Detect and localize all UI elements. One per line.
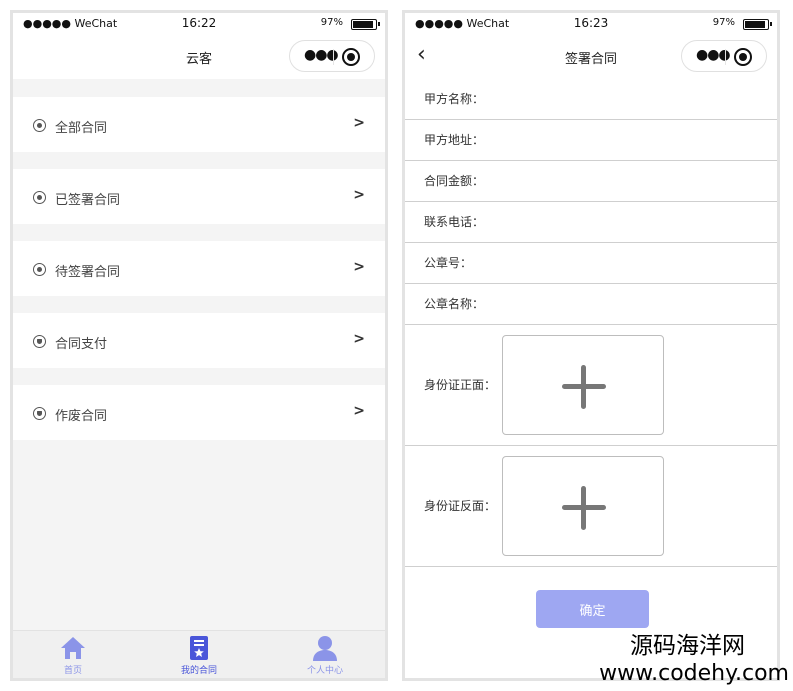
- field-label: 身份证反面：: [424, 499, 497, 513]
- miniprogram-capsule: ●●●: [289, 40, 375, 72]
- tab-profile[interactable]: 个人中心: [265, 631, 385, 678]
- status-bar: ●●●●● WeChat 16:23 97%: [405, 13, 777, 35]
- radio-dot-icon: [33, 119, 46, 132]
- watermark-title: 源码海洋网: [630, 633, 745, 659]
- party-a-name-field[interactable]: 甲方名称：: [405, 79, 777, 120]
- battery-icon: [743, 19, 772, 30]
- field-label: 联系电话：: [424, 215, 485, 229]
- party-a-address-field[interactable]: 甲方地址：: [405, 120, 777, 161]
- phone-number-field[interactable]: 联系电话：: [405, 202, 777, 243]
- contract-amount-field[interactable]: 合同金额：: [405, 161, 777, 202]
- close-target-icon[interactable]: [734, 48, 752, 66]
- plus-icon-vertical: [581, 486, 586, 530]
- site-watermark: 源码海洋网 www.codehy.com: [599, 631, 789, 687]
- contract-document-icon: [190, 636, 208, 660]
- field-label: 公章号：: [424, 256, 473, 270]
- chevron-right-icon: >: [353, 187, 365, 203]
- close-target-icon[interactable]: [342, 48, 360, 66]
- chevron-right-icon: >: [353, 403, 365, 419]
- confirm-button[interactable]: 确定: [536, 590, 649, 628]
- seal-number-field[interactable]: 公章号：: [405, 243, 777, 284]
- menu-item-all-contracts[interactable]: 全部合同 >: [13, 97, 385, 152]
- miniprogram-capsule: ●●●: [681, 40, 767, 72]
- capsule-divider: [725, 49, 726, 65]
- menu-item-label: 合同支付: [55, 337, 108, 352]
- menu-item-label: 已签署合同: [55, 193, 121, 208]
- field-label: 身份证正面：: [424, 378, 497, 392]
- tab-label: 我的合同: [180, 666, 217, 676]
- menu-item-label: 全部合同: [55, 121, 108, 136]
- field-label: 甲方名称：: [424, 92, 485, 106]
- contracts-home-screen: ●●●●● WeChat 16:22 97% 云客 ●●● 全部合同 > 已签署…: [10, 10, 388, 681]
- radio-dot-icon: [33, 191, 46, 204]
- home-icon: [61, 637, 85, 659]
- id-card-back-upload[interactable]: [502, 456, 664, 556]
- chevron-right-icon: >: [353, 331, 365, 347]
- sign-contract-form: 甲方名称： 甲方地址： 合同金额： 联系电话： 公章号： 公章名称： 身份证正面…: [405, 79, 777, 567]
- menu-item-signed-contracts[interactable]: 已签署合同 >: [13, 169, 385, 224]
- status-bar: ●●●●● WeChat 16:22 97%: [13, 13, 385, 35]
- field-label: 合同金额：: [424, 174, 485, 188]
- field-label: 甲方地址：: [424, 133, 485, 147]
- plus-icon-vertical: [581, 365, 586, 409]
- nav-bar: ‹ 签署合同 ●●●: [405, 35, 777, 79]
- battery-percent: 97%: [320, 17, 343, 28]
- menu-item-pending-contracts[interactable]: 待签署合同 >: [13, 241, 385, 296]
- menu-item-void-contracts[interactable]: 作废合同 >: [13, 385, 385, 440]
- capsule-divider: [333, 49, 334, 65]
- user-icon: [313, 636, 337, 661]
- menu-item-label: 作废合同: [55, 409, 108, 424]
- id-card-back-row: 身份证反面：: [405, 446, 777, 567]
- menu-item-contract-payment[interactable]: 合同支付 >: [13, 313, 385, 368]
- contract-menu: 全部合同 > 已签署合同 > 待签署合同 > 合同支付 > 作废合同 >: [13, 97, 385, 457]
- id-card-front-row: 身份证正面：: [405, 325, 777, 446]
- battery-percent: 97%: [712, 17, 735, 28]
- tab-label: 首页: [63, 666, 82, 676]
- watermark-url: www.codehy.com: [599, 661, 789, 686]
- id-card-front-upload[interactable]: [502, 335, 664, 435]
- seal-name-field[interactable]: 公章名称：: [405, 284, 777, 325]
- shield-icon: [33, 407, 46, 420]
- tab-home[interactable]: 首页: [13, 631, 133, 678]
- tab-bar: 首页 我的合同 个人中心: [13, 630, 385, 678]
- nav-bar: 云客 ●●●: [13, 35, 385, 79]
- battery-icon: [351, 19, 380, 30]
- chevron-right-icon: >: [353, 115, 365, 131]
- menu-item-label: 待签署合同: [55, 265, 121, 280]
- chevron-right-icon: >: [353, 259, 365, 275]
- tab-my-contracts[interactable]: 我的合同: [139, 631, 259, 678]
- shield-icon: [33, 335, 46, 348]
- tab-label: 个人中心: [306, 666, 343, 676]
- radio-dot-icon: [33, 263, 46, 276]
- sign-contract-screen: ●●●●● WeChat 16:23 97% ‹ 签署合同 ●●● 甲方名称： …: [402, 10, 780, 681]
- field-label: 公章名称：: [424, 297, 485, 311]
